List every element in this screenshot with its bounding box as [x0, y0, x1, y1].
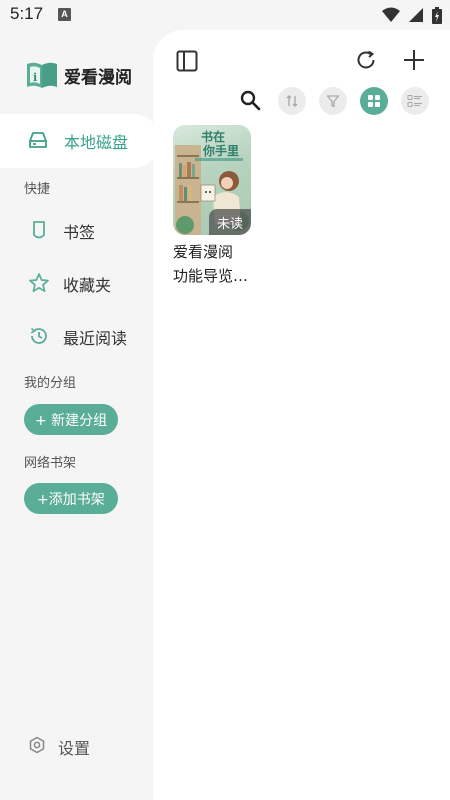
- add-button[interactable]: [400, 46, 428, 74]
- sidebar-item-local-disk[interactable]: 本地磁盘: [0, 114, 160, 168]
- sidebar-toggle-button[interactable]: [173, 47, 201, 75]
- book-cover[interactable]: 书在 你手里 未读: [173, 125, 251, 235]
- list-view-button[interactable]: [401, 87, 429, 115]
- book-title-line: 功能导览…: [173, 267, 249, 285]
- sidebar-toggle-icon: [176, 50, 198, 72]
- bookmark-icon: [33, 221, 45, 239]
- grid-view-icon: [368, 95, 380, 107]
- section-title-network-shelf: 网络书架: [24, 456, 77, 471]
- sort-button[interactable]: [278, 87, 306, 115]
- refresh-button[interactable]: [352, 46, 380, 74]
- add-shelf-button[interactable]: +添加书架: [24, 483, 118, 514]
- grid-view-button[interactable]: [360, 87, 388, 115]
- sort-icon: [286, 95, 298, 107]
- star-icon: [29, 273, 49, 293]
- main-panel: 书在 你手里 未读 爱看漫阅 功能导览…: [153, 30, 450, 800]
- hard-drive-icon: [29, 132, 47, 148]
- filter-button[interactable]: [319, 87, 347, 115]
- logo-text: 爱看漫阅: [64, 67, 132, 88]
- refresh-icon: [357, 50, 375, 69]
- battery-icon: [432, 6, 442, 24]
- book-title[interactable]: 爱看漫阅 功能导览…: [173, 240, 283, 288]
- section-title-my-groups: 我的分组: [24, 376, 77, 391]
- logo-book-icon: i: [24, 60, 60, 90]
- cellular-signal-icon: [409, 8, 423, 22]
- sidebar-item-bookmarks[interactable]: 书签: [0, 210, 153, 250]
- search-button[interactable]: [237, 87, 263, 113]
- section-title-quick: 快捷: [24, 182, 51, 197]
- list-view-icon: [407, 94, 422, 108]
- book-title-line: 爱看漫阅: [173, 243, 234, 261]
- search-icon: [240, 90, 261, 111]
- settings-item[interactable]: 设置: [0, 730, 153, 762]
- add-icon: [404, 50, 424, 70]
- unread-badge: 未读: [209, 209, 251, 235]
- app-logo: i 爱看漫阅: [24, 58, 139, 92]
- sidebar-item-recent[interactable]: 最近阅读: [0, 316, 153, 356]
- settings-label: 设置: [58, 739, 91, 758]
- sidebar-item-favorites[interactable]: 收藏夹: [0, 263, 153, 303]
- sidebar: i 爱看漫阅 本地磁盘 快捷 书签 收藏夹 最近阅读 我的分组 + 新建分组 网…: [0, 30, 160, 800]
- wifi-icon: [382, 7, 400, 22]
- status-icons: [382, 5, 442, 25]
- sidebar-item-label: 最近阅读: [63, 329, 128, 348]
- svg-text:你手里: 你手里: [202, 143, 239, 158]
- status-time: 5:17: [10, 4, 44, 23]
- svg-text:i: i: [33, 71, 37, 84]
- sidebar-item-label: 收藏夹: [63, 276, 112, 295]
- filter-icon: [326, 95, 340, 108]
- local-disk-label: 本地磁盘: [64, 133, 129, 152]
- new-group-button[interactable]: + 新建分组: [24, 404, 119, 435]
- gear-icon: [29, 736, 45, 754]
- notification-badge: A: [58, 8, 71, 21]
- history-icon: [30, 327, 47, 344]
- sidebar-item-label: 书签: [63, 223, 96, 242]
- svg-text:书在: 书在: [201, 129, 225, 144]
- status-bar: 5:17 A: [0, 0, 450, 30]
